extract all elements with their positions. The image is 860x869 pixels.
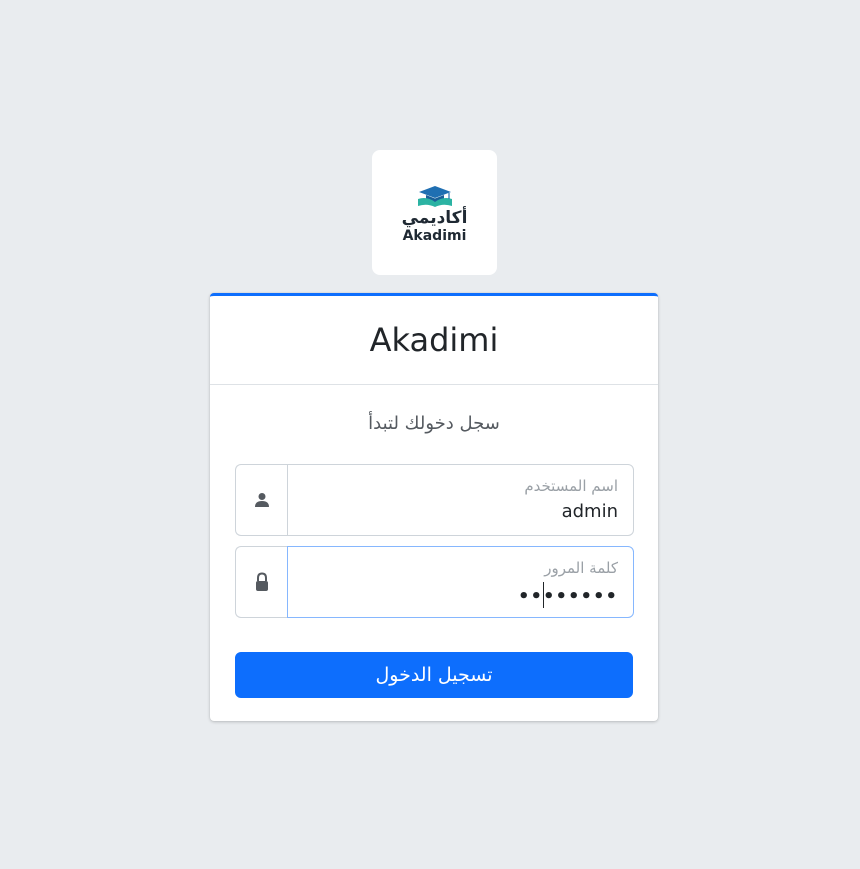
login-subtitle: سجل دخولك لتبدأ <box>368 413 500 434</box>
card-title: Akadimi <box>369 321 499 359</box>
logo-text-arabic: أكاديمي <box>401 208 468 228</box>
password-label: كلمة المرور <box>544 559 618 577</box>
logo: أكاديمي Akadimi <box>372 150 497 275</box>
password-input[interactable]: كلمة المرور •••••••• <box>287 546 634 618</box>
password-field-group: كلمة المرور •••••••• <box>235 546 634 618</box>
logo-text-english: Akadimi <box>402 228 467 244</box>
lock-icon <box>255 572 268 591</box>
graduation-cap-icon <box>417 186 452 207</box>
username-input[interactable]: اسم المستخدم admin <box>287 464 634 536</box>
card-header: Akadimi <box>210 296 658 385</box>
password-value: •••••••• <box>517 586 618 607</box>
login-card: Akadimi سجل دخولك لتبدأ اسم المستخدم adm… <box>210 293 658 721</box>
password-icon-addon <box>235 546 287 618</box>
username-label: اسم المستخدم <box>524 477 618 495</box>
username-value: admin <box>561 501 618 522</box>
user-icon <box>254 493 269 507</box>
username-icon-addon <box>235 464 287 536</box>
login-button[interactable]: تسجيل الدخول <box>235 652 633 698</box>
username-field-group: اسم المستخدم admin <box>235 464 634 536</box>
